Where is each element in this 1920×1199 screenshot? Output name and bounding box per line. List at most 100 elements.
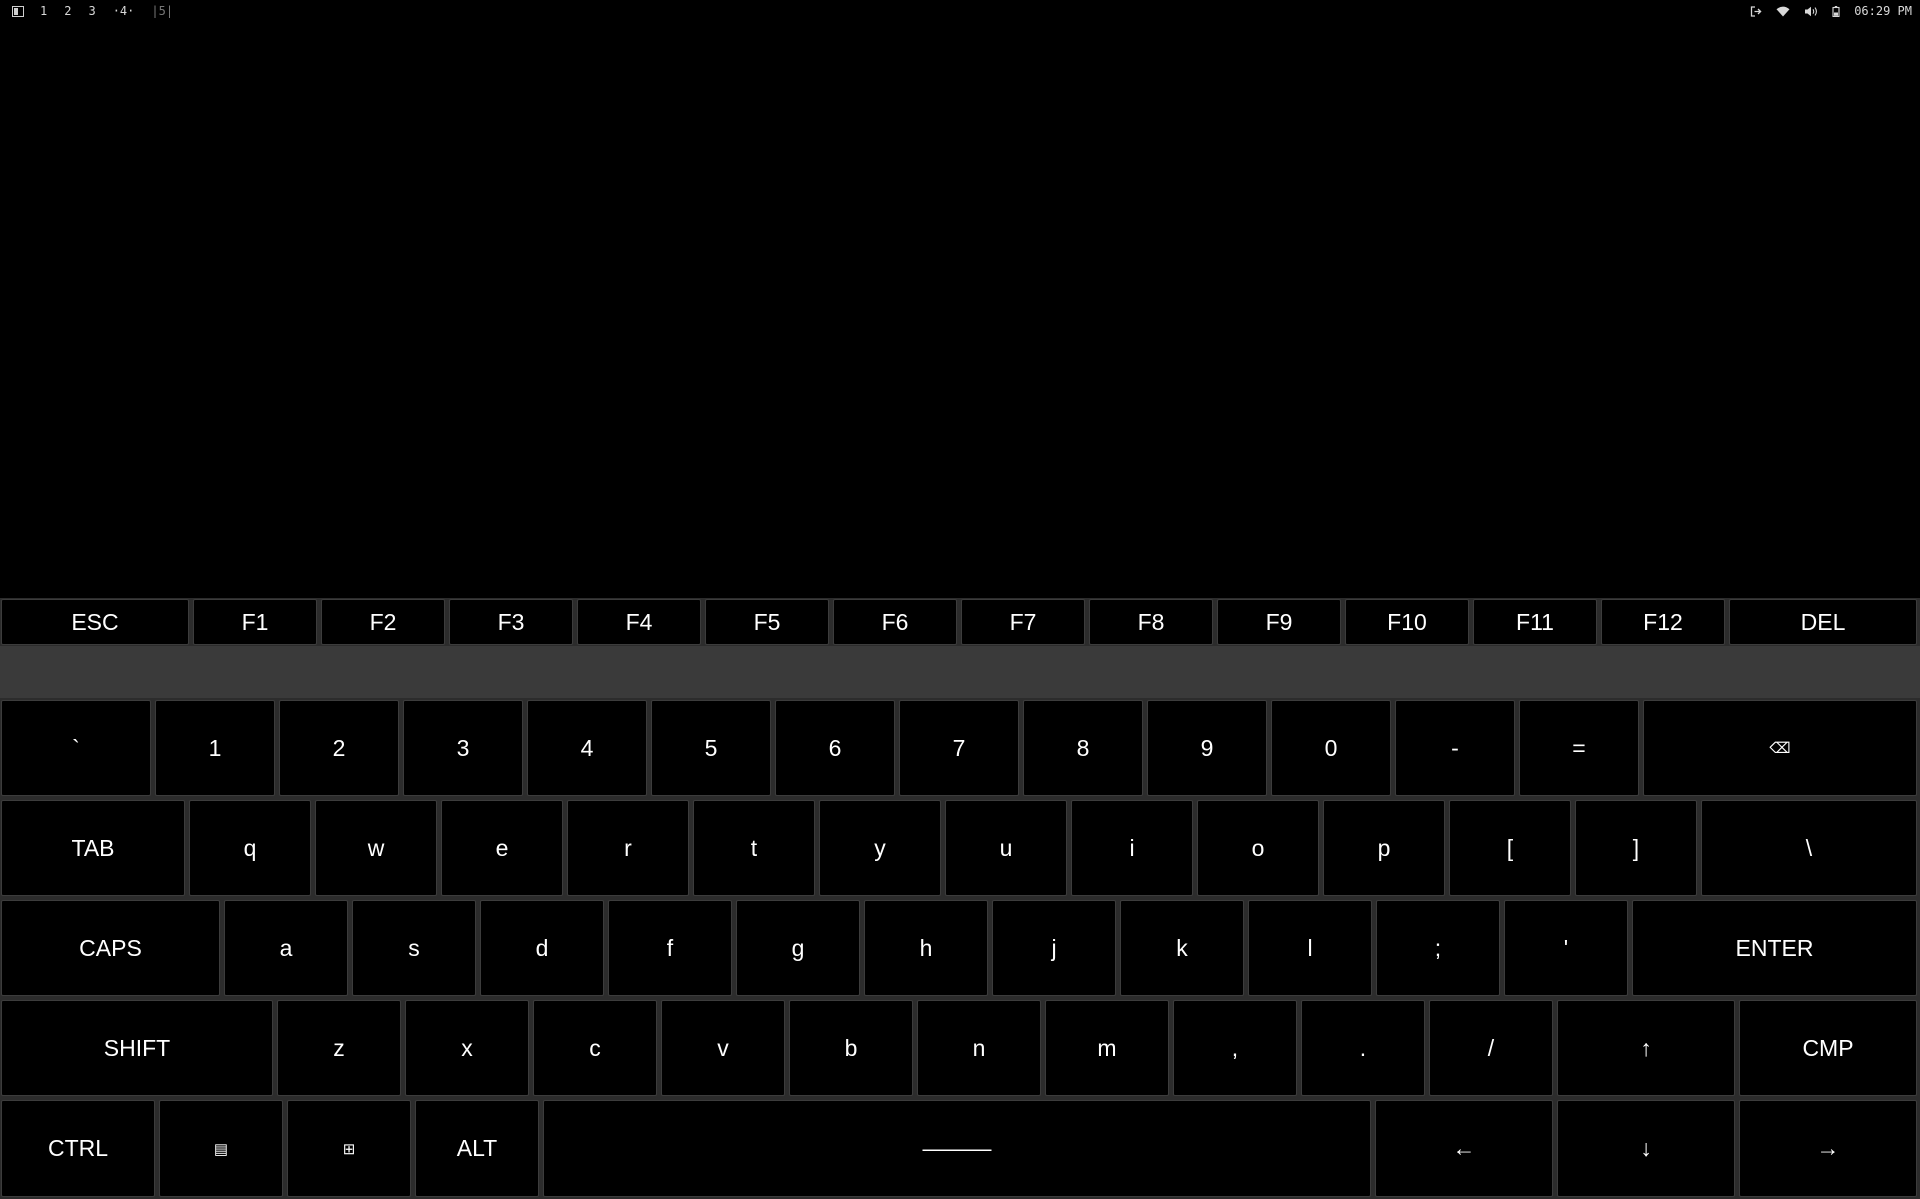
key-apostrophe[interactable]: ' xyxy=(1504,900,1628,996)
key-label: F10 xyxy=(1387,608,1427,635)
key-b[interactable]: b xyxy=(789,1000,913,1096)
key-l[interactable]: l xyxy=(1248,900,1372,996)
key-backspace[interactable]: ⌫ xyxy=(1643,700,1917,796)
key-comma[interactable]: , xyxy=(1173,1000,1297,1096)
key-p[interactable]: p xyxy=(1323,800,1445,896)
key-w[interactable]: w xyxy=(315,800,437,896)
key-label: / xyxy=(1487,1034,1495,1061)
key-label: f xyxy=(666,934,674,961)
key-f1[interactable]: F1 xyxy=(193,599,317,645)
workspace-3[interactable]: 3 xyxy=(88,4,95,18)
key-r[interactable]: r xyxy=(567,800,689,896)
key-f5[interactable]: F5 xyxy=(705,599,829,645)
key-m[interactable]: m xyxy=(1045,1000,1169,1096)
key-minus[interactable]: - xyxy=(1395,700,1515,796)
key-f[interactable]: f xyxy=(608,900,732,996)
key-3[interactable]: 3 xyxy=(403,700,523,796)
key-f8[interactable]: F8 xyxy=(1089,599,1213,645)
key-label: z xyxy=(333,1034,345,1061)
key-label: 5 xyxy=(704,734,718,761)
key-e[interactable]: e xyxy=(441,800,563,896)
key-period[interactable]: . xyxy=(1301,1000,1425,1096)
clock[interactable]: 06:29 PM xyxy=(1854,4,1912,18)
key-s[interactable]: s xyxy=(352,900,476,996)
key-left-bracket[interactable]: [ xyxy=(1449,800,1571,896)
key-i[interactable]: i xyxy=(1071,800,1193,896)
key-menu[interactable]: ▤ xyxy=(159,1100,283,1197)
key-f9[interactable]: F9 xyxy=(1217,599,1341,645)
key-super[interactable]: ⊞ xyxy=(287,1100,411,1197)
key-label: i xyxy=(1129,834,1135,861)
key-caps[interactable]: CAPS xyxy=(1,900,220,996)
key-y[interactable]: y xyxy=(819,800,941,896)
key-6[interactable]: 6 xyxy=(775,700,895,796)
layout-icon[interactable] xyxy=(12,5,24,17)
key-cmp[interactable]: CMP xyxy=(1739,1000,1917,1096)
key-del[interactable]: DEL xyxy=(1729,599,1917,645)
key-h[interactable]: h xyxy=(864,900,988,996)
battery-icon[interactable] xyxy=(1832,5,1840,17)
logout-icon[interactable] xyxy=(1750,5,1762,17)
workspace-1[interactable]: 1 xyxy=(40,4,47,18)
key-j[interactable]: j xyxy=(992,900,1116,996)
key-ctrl[interactable]: CTRL xyxy=(1,1100,155,1197)
key-enter[interactable]: ENTER xyxy=(1632,900,1917,996)
workspace-2[interactable]: 2 xyxy=(64,4,71,18)
key-label: ↓ xyxy=(1640,1135,1652,1161)
key-backtick[interactable]: ` xyxy=(1,700,151,796)
key-label: g xyxy=(791,934,805,961)
key-k[interactable]: k xyxy=(1120,900,1244,996)
workspace-5[interactable]: |5| xyxy=(151,4,173,18)
key-x[interactable]: x xyxy=(405,1000,529,1096)
key-f10[interactable]: F10 xyxy=(1345,599,1469,645)
key-arrow-down[interactable]: ↓ xyxy=(1557,1100,1735,1197)
key-label: ⊞ xyxy=(342,1140,356,1158)
key-f11[interactable]: F11 xyxy=(1473,599,1597,645)
key-shift[interactable]: SHIFT xyxy=(1,1000,273,1096)
key-9[interactable]: 9 xyxy=(1147,700,1267,796)
key-t[interactable]: t xyxy=(693,800,815,896)
key-7[interactable]: 7 xyxy=(899,700,1019,796)
key-d[interactable]: d xyxy=(480,900,604,996)
key-label: F11 xyxy=(1516,608,1554,635)
key-label: 2 xyxy=(332,734,346,761)
key-2[interactable]: 2 xyxy=(279,700,399,796)
volume-icon[interactable] xyxy=(1804,6,1818,17)
wifi-icon[interactable] xyxy=(1776,6,1790,17)
key-1[interactable]: 1 xyxy=(155,700,275,796)
key-o[interactable]: o xyxy=(1197,800,1319,896)
key-right-bracket[interactable]: ] xyxy=(1575,800,1697,896)
key-5[interactable]: 5 xyxy=(651,700,771,796)
key-slash[interactable]: / xyxy=(1429,1000,1553,1096)
key-f7[interactable]: F7 xyxy=(961,599,1085,645)
key-arrow-right[interactable]: → xyxy=(1739,1100,1917,1197)
key-backslash[interactable]: \ xyxy=(1701,800,1917,896)
key-8[interactable]: 8 xyxy=(1023,700,1143,796)
key-alt[interactable]: ALT xyxy=(415,1100,539,1197)
key-u[interactable]: u xyxy=(945,800,1067,896)
key-label: x xyxy=(461,1034,473,1061)
key-space[interactable]: ——— xyxy=(543,1100,1371,1197)
key-4[interactable]: 4 xyxy=(527,700,647,796)
key-f12[interactable]: F12 xyxy=(1601,599,1725,645)
key-c[interactable]: c xyxy=(533,1000,657,1096)
key-equals[interactable]: = xyxy=(1519,700,1639,796)
key-esc[interactable]: ESC xyxy=(1,599,189,645)
key-g[interactable]: g xyxy=(736,900,860,996)
key-a[interactable]: a xyxy=(224,900,348,996)
key-f3[interactable]: F3 xyxy=(449,599,573,645)
key-tab[interactable]: TAB xyxy=(1,800,185,896)
key-label: ' xyxy=(1563,934,1569,961)
key-f2[interactable]: F2 xyxy=(321,599,445,645)
key-arrow-up[interactable]: ↑ xyxy=(1557,1000,1735,1096)
key-f4[interactable]: F4 xyxy=(577,599,701,645)
key-q[interactable]: q xyxy=(189,800,311,896)
key-n[interactable]: n xyxy=(917,1000,1041,1096)
key-semicolon[interactable]: ; xyxy=(1376,900,1500,996)
key-arrow-left[interactable]: ← xyxy=(1375,1100,1553,1197)
workspace-4-active[interactable]: ·4· xyxy=(113,4,135,18)
key-v[interactable]: v xyxy=(661,1000,785,1096)
key-z[interactable]: z xyxy=(277,1000,401,1096)
key-0[interactable]: 0 xyxy=(1271,700,1391,796)
key-f6[interactable]: F6 xyxy=(833,599,957,645)
